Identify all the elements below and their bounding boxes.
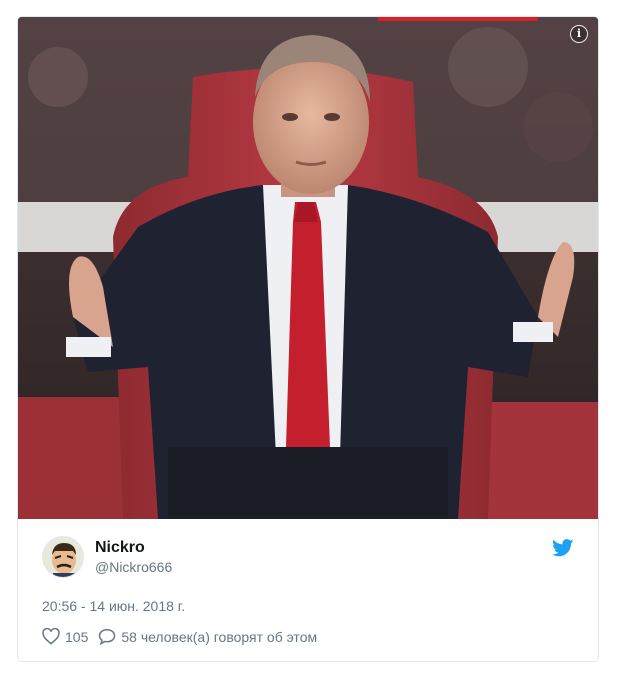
reply-text: 58 человек(а) говорят об этом (121, 628, 318, 645)
tweet-photo[interactable]: i (18, 17, 598, 519)
speech-bubble-icon (99, 628, 116, 645)
heart-icon (42, 628, 60, 645)
avatar[interactable] (42, 536, 84, 578)
tweet-actions: 105 58 человек(а) говорят об этом (42, 628, 327, 645)
info-icon[interactable]: i (570, 25, 588, 43)
author-handle[interactable]: @Nickro666 (95, 557, 172, 577)
like-action[interactable]: 105 (42, 628, 88, 645)
photo-man-in-stadium-seat (18, 17, 598, 519)
reply-action[interactable]: 58 человек(а) говорят об этом (98, 628, 317, 645)
tweet-timestamp[interactable]: 20:56 - 14 июн. 2018 г. (42, 598, 185, 614)
tweet-author[interactable]: Nickro @Nickro666 (42, 535, 172, 579)
like-count: 105 (65, 628, 89, 645)
author-display-name[interactable]: Nickro (95, 538, 172, 557)
tweet-card[interactable]: i Nickro @Nickro666 20:56 - 14 июн. 2018… (17, 16, 599, 662)
twitter-bird-icon[interactable] (552, 539, 574, 557)
avatar-cartoon-face-icon (43, 537, 83, 577)
